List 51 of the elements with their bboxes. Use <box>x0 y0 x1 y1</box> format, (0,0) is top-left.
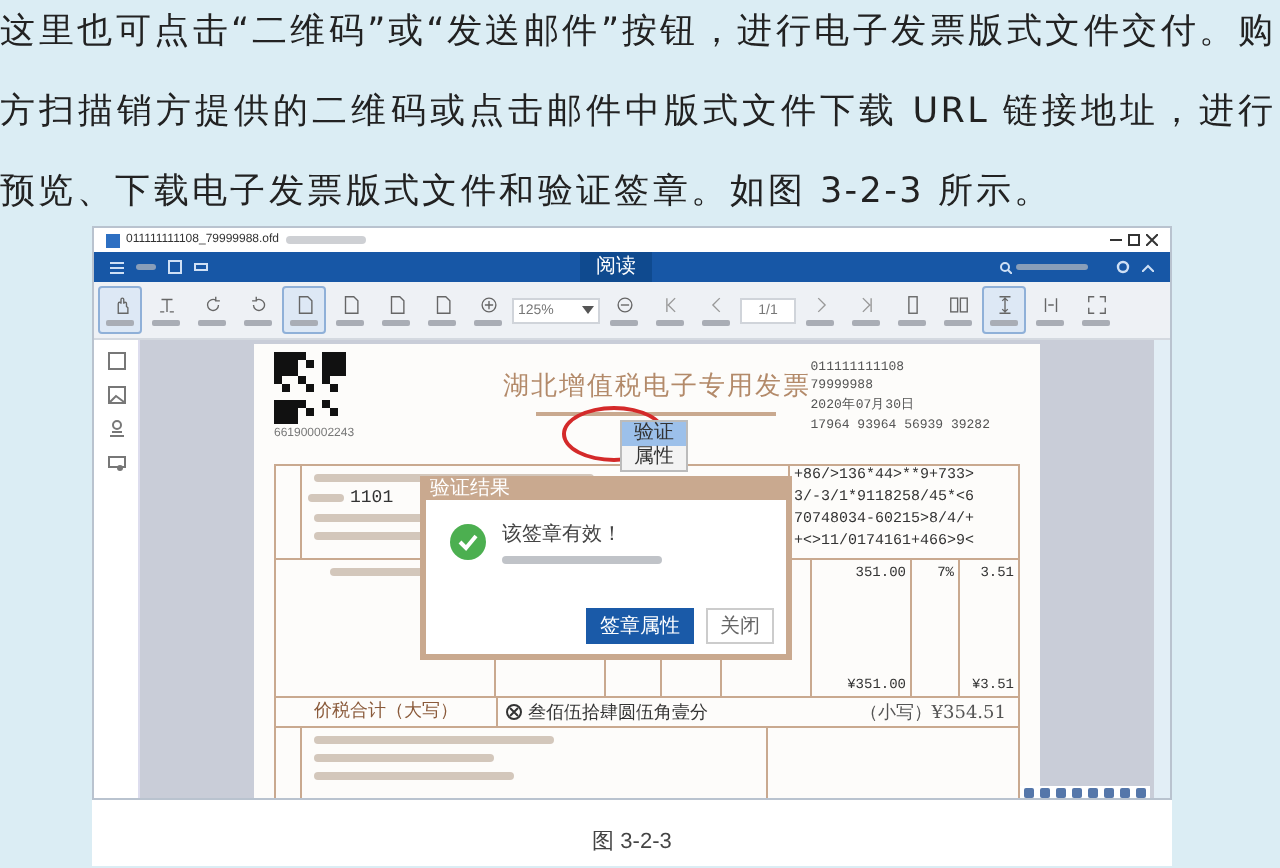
blurred-text <box>308 494 344 502</box>
collapse-icon[interactable] <box>1142 263 1154 271</box>
toolbar-button[interactable] <box>982 286 1026 334</box>
page-icon <box>293 294 315 316</box>
close-icon[interactable] <box>1146 234 1158 246</box>
total-label: 价税合计（大写） <box>276 698 498 726</box>
menu-item[interactable]: 属性 <box>622 446 686 470</box>
two-page-icon <box>947 294 969 316</box>
dialog-button[interactable]: 签章属性 <box>586 608 694 644</box>
page-icon <box>339 294 361 316</box>
text-cursor-icon <box>155 294 177 316</box>
dialog-button[interactable]: 关闭 <box>706 608 774 644</box>
thumbnail-icon[interactable] <box>107 352 125 370</box>
save-icon[interactable] <box>168 260 182 274</box>
rotate-counterclockwise-icon <box>247 294 269 316</box>
taxpayer-id: 1101 <box>350 492 394 504</box>
rotate-clockwise-icon <box>201 294 223 316</box>
fullscreen-icon <box>1085 294 1107 316</box>
menu-item[interactable]: 验证 <box>622 422 686 446</box>
zoom-out-icon <box>613 294 635 316</box>
blurred-text <box>1016 264 1088 270</box>
toolbar-button[interactable] <box>282 286 326 334</box>
stamp-icon[interactable] <box>107 420 125 438</box>
print-icon[interactable] <box>194 260 208 274</box>
blurred-text <box>285 236 366 244</box>
caret-icon <box>582 306 594 314</box>
success-icon <box>450 524 486 560</box>
toolbar-button[interactable] <box>98 286 142 334</box>
zoom-in-icon <box>477 294 499 316</box>
dialog-title: 验证结果 <box>430 475 510 502</box>
figure-caption: 图 3-2-3 <box>592 828 672 856</box>
menu-icon[interactable] <box>110 261 124 273</box>
page-icon <box>385 294 407 316</box>
qr-code <box>274 352 346 424</box>
certificate-icon[interactable] <box>107 454 125 472</box>
settings-icon[interactable] <box>1116 260 1130 274</box>
blurred-text <box>136 264 156 270</box>
total-in-words: 叁佰伍拾肆圆伍角壹分 <box>528 701 708 725</box>
paragraph: 这里也可点击“二维码”或“发送邮件”按钮，进行电子发票版式文件交付。购方扫描销方提供的二维码或点击邮件中版式文件下载 URL 链接地址，进行预览、下载电子发票版式文件和验证签章。如图 3-2-3 所示。 <box>0 10 1278 216</box>
page-icon <box>431 294 453 316</box>
mode-tab[interactable]: 阅读 <box>580 252 652 282</box>
two-column-icon <box>1039 294 1061 316</box>
search-icon <box>1000 261 1012 273</box>
invoice-title: 湖北增值税电子专用发票 <box>502 370 811 404</box>
total-in-figures: （小写）¥354.51 <box>859 701 1008 725</box>
app-icon <box>106 233 120 247</box>
image-icon[interactable] <box>107 386 125 404</box>
maximize-icon[interactable] <box>1128 234 1140 246</box>
minimize-icon[interactable] <box>1110 234 1122 246</box>
crossed-circle-icon <box>506 704 522 720</box>
dialog-message: 该签章有效！ <box>502 521 624 548</box>
